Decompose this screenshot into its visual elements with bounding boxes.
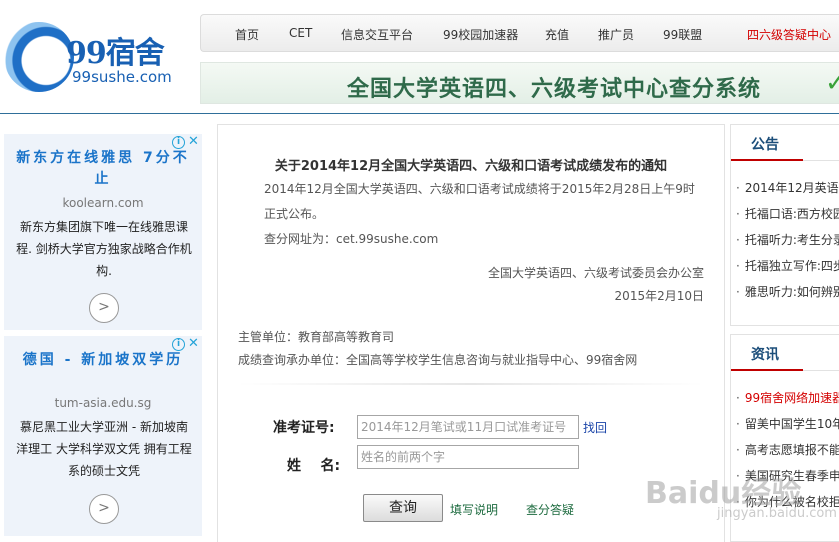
list-item[interactable]: 2014年12月英语 xyxy=(731,175,839,201)
nav-item-alliance[interactable]: 99联盟 xyxy=(663,26,702,43)
recover-id-link[interactable]: 找回 xyxy=(583,419,607,436)
ad-url[interactable]: tum-asia.edu.sg xyxy=(4,396,202,410)
ad-block-koolearn[interactable]: i ✕ 新东方在线雅思 7分不止 koolearn.com 新东方集团旗下唯一在… xyxy=(4,134,202,330)
notice-date: 2015年2月10日 xyxy=(614,289,704,303)
news-heading[interactable]: 资讯 xyxy=(751,344,779,364)
ad-block-tum-asia[interactable]: i ✕ 德国 - 新加坡双学历 tum-asia.edu.sg 慕尼黑工业大学亚… xyxy=(4,336,202,536)
nav-item-qa-center[interactable]: 四六级答疑中心 xyxy=(747,26,831,43)
ad-description: 慕尼黑工业大学亚洲 - 新加坡南洋理工 大学科学双文凭 拥有工程系的硕士文凭 xyxy=(16,420,192,478)
notice-paragraph: 2014年12月全国大学英语四、六级和口语考试成绩将于2015年2月28日上午9… xyxy=(264,182,695,221)
list-item[interactable]: 托福独立写作:四步 xyxy=(731,253,839,279)
main-nav: 首页 CET 信息交互平台 99校园加速器 充值 推广员 99联盟 四六级答疑中… xyxy=(200,14,839,52)
notice-url-line: 查分网址为：cet.99sushe.com xyxy=(264,232,439,246)
header-divider xyxy=(0,113,839,114)
site-header: 99宿舍 99sushe.com 首页 CET 信息交互平台 99校园加速器 充… xyxy=(0,0,839,115)
nav-item-promoter[interactable]: 推广员 xyxy=(598,26,634,43)
ad-title[interactable]: 新东方在线雅思 7分不止 xyxy=(12,148,194,190)
news-header: 资讯 xyxy=(731,335,839,371)
query-button[interactable]: 查询 xyxy=(363,494,443,522)
nav-item-accelerator[interactable]: 99校园加速器 xyxy=(443,26,518,43)
ad-description: 新东方集团旗下唯一在线雅思课程. 剑桥大学官方独家战略合作机构. xyxy=(16,220,192,278)
nav-item-home[interactable]: 首页 xyxy=(235,26,259,43)
section-divider xyxy=(238,383,704,385)
system-banner: 全国大学英语四、六级考试中心查分系统 ✓ xyxy=(200,62,839,104)
list-item[interactable]: 雅思听力:如何辨别 xyxy=(731,279,839,305)
list-item[interactable]: 托福听力:考生分录 xyxy=(731,227,839,253)
close-icon[interactable]: ✕ xyxy=(187,134,200,149)
nav-item-platform[interactable]: 信息交互平台 xyxy=(341,26,413,43)
check-mark-icon: ✓ xyxy=(825,68,839,98)
watermark-url: jingyan.baidu.com xyxy=(717,506,837,521)
list-item[interactable]: 99宿舍网络加速器 xyxy=(731,385,839,411)
authority-line: 主管单位：教育部高等教育司 xyxy=(238,330,395,344)
operator-line: 成绩查询承办单位：全国高等学校学生信息咨询与就业指导中心、99宿舍网 xyxy=(238,353,638,367)
fill-instructions-link[interactable]: 填写说明 xyxy=(450,501,498,518)
ad-url[interactable]: koolearn.com xyxy=(4,196,202,210)
notice-signer: 全国大学英语四、六级考试委员会办公室 xyxy=(487,266,704,280)
list-item[interactable]: 高考志愿填报不能 xyxy=(731,437,839,463)
close-icon[interactable]: ✕ xyxy=(187,336,200,351)
site-logo[interactable]: 99宿舍 99sushe.com xyxy=(4,22,184,92)
announcements-heading[interactable]: 公告 xyxy=(751,134,779,154)
announcements-list: 2014年12月英语 托福口语:西方校园 托福听力:考生分录 托福独立写作:四步… xyxy=(731,175,839,305)
exam-id-label: 准考证号: xyxy=(273,420,335,436)
notice-body: 2014年12月全国大学英语四、六级和口语考试成绩将于2015年2月28日上午9… xyxy=(238,177,704,252)
query-faq-link[interactable]: 查分答疑 xyxy=(526,501,574,518)
name-label: 姓 名: xyxy=(287,458,341,474)
logo-title: 99宿舍 xyxy=(66,36,165,71)
baidu-watermark: Baidu经验 jingyan.baidu.com xyxy=(645,462,837,540)
logo-ring-icon xyxy=(4,22,74,92)
nav-item-recharge[interactable]: 充值 xyxy=(545,26,569,43)
ad-title[interactable]: 德国 - 新加坡双学历 xyxy=(12,350,194,371)
announcements-header: 公告 xyxy=(731,125,839,161)
banner-title: 全国大学英语四、六级考试中心查分系统 xyxy=(347,76,762,102)
logo-domain: 99sushe.com xyxy=(72,68,172,86)
notice-title: 关于2014年12月全国大学英语四、六级和口语考试成绩发布的通知 xyxy=(274,159,668,174)
announcements-panel: 公告 2014年12月英语 托福口语:西方校园 托福听力:考生分录 托福独立写作… xyxy=(730,124,839,326)
nav-item-cet[interactable]: CET xyxy=(289,26,312,40)
list-item[interactable]: 托福口语:西方校园 xyxy=(731,201,839,227)
chevron-right-icon[interactable]: > xyxy=(89,293,119,323)
name-input[interactable] xyxy=(357,445,579,469)
exam-id-input[interactable] xyxy=(357,415,579,439)
chevron-right-icon[interactable]: > xyxy=(89,494,119,524)
list-item[interactable]: 留美中国学生10年 xyxy=(731,411,839,437)
